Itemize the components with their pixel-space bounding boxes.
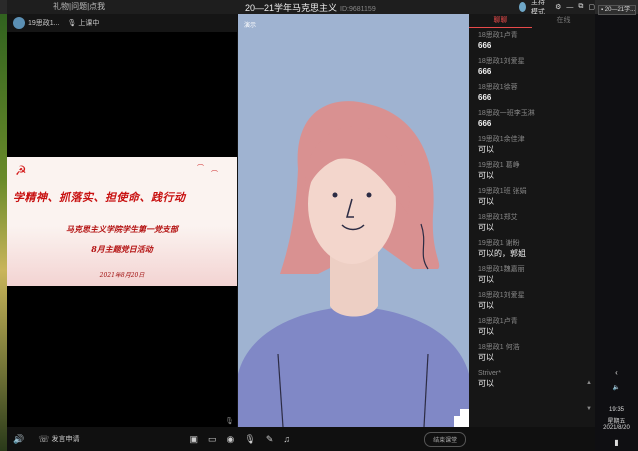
tab-chat[interactable]: 聊聊 (469, 14, 532, 28)
chat-text: 可以 (478, 379, 494, 388)
chat-user: 18思政1卢青 (478, 32, 518, 39)
chat-text: 666 (478, 119, 492, 128)
record-icon[interactable]: ◉ (227, 434, 235, 445)
chat-user: 18思政1 何浩 (478, 344, 520, 351)
chat-tabs: 聊聊 在线 (469, 14, 595, 28)
apply-speak-button[interactable]: 发言申请 (51, 434, 79, 444)
slide-title: 学精神、抓落实、担使命、践行动 (13, 191, 186, 204)
chat-message: 19思政1 葛峥 可以 (478, 161, 595, 181)
chat-message: 18思政1卢青 666 (478, 31, 595, 51)
chat-text: 可以 (478, 223, 494, 232)
chat-message: 18思政1徐蓉 666 (478, 83, 595, 103)
video-mic-icon[interactable]: 🎙 (225, 417, 234, 425)
chat-user: 18思政一班李玉淋 (478, 110, 535, 117)
chat-text: 可以 (478, 327, 494, 336)
bottom-toolbar: 🔊 ☏ 发言申请 ▣ ▭ ◉ 🎙 ✎ ♫ 结束课堂 (7, 427, 595, 451)
chat-message: 18思政1魏嘉丽 可以 (478, 265, 595, 285)
chat-user: 18思政1刘爱星 (478, 58, 525, 65)
popout-icon[interactable]: ⧉ (578, 3, 583, 11)
chat-message: 18思政1刘爱星 666 (478, 57, 595, 77)
chat-user: 18思政1卢青 (478, 318, 518, 325)
chat-user: 19思政1余佳津 (478, 136, 525, 143)
notification-icon[interactable]: ▮ (595, 438, 638, 447)
chat-text: 可以 (478, 145, 494, 154)
chat-message: 19思政1余佳津 可以 (478, 135, 595, 155)
window-title-text: 20—21学年马克思主义 (245, 3, 338, 13)
whiteboard-icon[interactable]: ✎ (266, 434, 274, 445)
volume-icon[interactable]: 🔈 (595, 384, 638, 391)
title-controls: 主持模式 ⚙ — ⧉ ▢ (519, 0, 595, 16)
minimize-icon[interactable]: — (566, 4, 573, 11)
screen-share-icon[interactable]: ▭ (208, 434, 217, 445)
chat-user: Striver* (478, 370, 501, 377)
presentation-slide: ☭ ⌒ ⌒ 学精神、抓落实、担使命、践行动 马克思主义学院学生第一党支部 8月主… (7, 157, 237, 286)
scroll-up-icon[interactable]: ▲ (586, 380, 592, 386)
chat-message: 18思政1卢青 可以 (478, 317, 595, 337)
chat-text: 可以 (478, 171, 494, 180)
slide-date: 2021年8月20日 (99, 272, 145, 279)
presenter-avatar[interactable] (13, 17, 25, 29)
chat-user: 18思政1魏嘉丽 (478, 266, 525, 273)
chat-message: Striver* 可以 (478, 369, 595, 389)
chat-user: 19思政1班 张娟 (478, 188, 527, 195)
chat-message: 19思政1班 张娟 可以 (478, 187, 595, 207)
end-class-button[interactable]: 结束课堂 (424, 431, 467, 447)
default-avatar-illustration (238, 101, 469, 427)
host-avatar[interactable] (519, 2, 526, 12)
chat-message: 18思政1刘爱星 可以 (478, 291, 595, 311)
chat-message: 18思政1郑艾 可以 (478, 213, 595, 233)
chat-message: 18思政一班李玉淋 666 (478, 109, 595, 129)
slide-organization: 马克思主义学院学生第一党支部 (66, 224, 178, 234)
chat-message: 19思政1 谢盼 可以的，郭姐 (478, 239, 595, 259)
music-icon[interactable]: ♫ (283, 434, 290, 444)
chat-text: 666 (478, 41, 492, 50)
camera-icon[interactable]: ▣ (189, 434, 198, 445)
window-title: 20—21学年马克思主义 ID:9681159 (245, 1, 376, 14)
chat-panel: 聊聊 在线 18思政1卢青 666 18思政1刘爱星 666 18思政1徐蓉 666 … (469, 14, 595, 427)
bird-icon: ⌒ (211, 171, 218, 178)
chat-text: 可以的，郭姐 (478, 249, 526, 258)
phone-icon[interactable]: ☏ (38, 434, 49, 445)
desktop-wallpaper-strip (0, 0, 7, 451)
clock-weekday: 星期五 (607, 419, 626, 425)
chat-message: 18思政1 何浩 可以 (478, 343, 595, 363)
room-id: ID:9681159 (340, 6, 376, 13)
main-video-feed: 演示 (238, 14, 469, 427)
bird-icon: ⌒ (197, 165, 204, 172)
party-emblem-icon: ☭ (15, 163, 27, 178)
chat-text: 666 (478, 67, 492, 76)
chat-text: 可以 (478, 275, 494, 284)
chat-user: 18思政1郑艾 (478, 214, 518, 221)
chat-text: 666 (478, 93, 492, 102)
presenter-status: 上课中 (78, 20, 100, 27)
chat-message-list[interactable]: 18思政1卢青 666 18思政1刘爱星 666 18思政1徐蓉 666 18思政一班… (469, 28, 595, 389)
chat-user: 19思政1 葛峥 (478, 162, 520, 169)
microphone-icon[interactable]: 🎙 (244, 434, 255, 445)
chat-text: 可以 (478, 353, 494, 362)
scroll-down-icon[interactable]: ▼ (586, 406, 592, 412)
shared-screen-video: ☭ ⌒ ⌒ 学精神、抓落实、担使命、践行动 马克思主义学院学生第一党支部 8月主… (7, 32, 237, 427)
classroom-app-window: 礼物|问题|点我 20—21学年马克思主义 ID:9681159 主持模式 ⚙ —… (7, 0, 595, 451)
tray-expand-icon[interactable]: ‹ (595, 368, 638, 377)
tab-online[interactable]: 在线 (532, 14, 595, 28)
chat-user: 18思政1刘爱星 (478, 292, 525, 299)
clock-date: 2021/8/20 (603, 425, 630, 431)
speaker-icon[interactable]: 🔊 (13, 434, 24, 445)
settings-icon[interactable]: ⚙ (555, 3, 561, 11)
slide-event: 8月主题党日活动 (91, 244, 153, 254)
title-hint[interactable]: 礼物|问题|点我 (53, 1, 105, 12)
chat-text: 可以 (478, 197, 494, 206)
chat-text: 可以 (478, 301, 494, 310)
chat-user: 19思政1 谢盼 (478, 240, 520, 247)
title-bar: 礼物|问题|点我 20—21学年马克思主义 ID:9681159 主持模式 ⚙ —… (7, 0, 595, 16)
presenter-info-bar: 19思政1... 🎙 上课中 (7, 14, 237, 32)
clock-time: 19:35 (608, 407, 624, 413)
mic-icon: 🎙 (67, 20, 77, 27)
maximize-icon[interactable]: ▢ (588, 3, 595, 11)
taskbar-window-button[interactable]: ▪ 20—21学... (598, 5, 636, 15)
presenter-name: 19思政1... (28, 20, 60, 27)
chat-user: 18思政1徐蓉 (478, 84, 518, 91)
